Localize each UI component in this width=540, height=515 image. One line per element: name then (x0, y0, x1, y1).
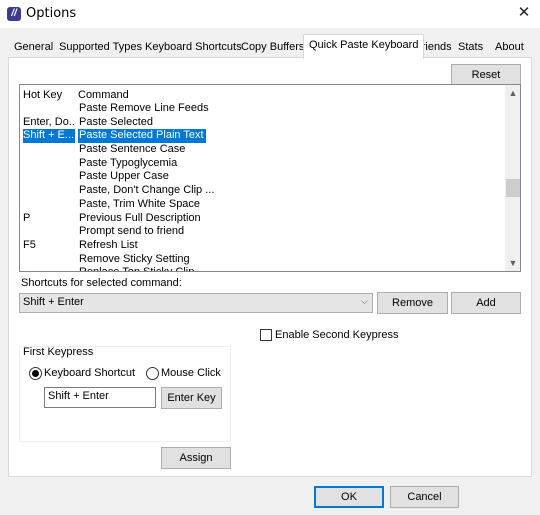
row-hotkey (23, 102, 75, 116)
row-hotkey (23, 225, 75, 239)
ok-button[interactable]: OK (314, 486, 384, 508)
first-keypress-title: First Keypress (23, 346, 94, 358)
scroll-down-icon[interactable]: ▼ (505, 255, 520, 271)
scroll-up-icon[interactable]: ▲ (505, 85, 520, 101)
row-command: Paste Selected (79, 115, 153, 128)
list-row[interactable]: Paste Remove Line Feeds (20, 102, 505, 116)
add-button[interactable]: Add (451, 292, 521, 314)
row-command: Paste Typoglycemia (79, 156, 178, 169)
mouse-click-label: Mouse Click (161, 367, 221, 379)
row-command: Paste, Don't Change Clip ... (79, 184, 215, 197)
row-command: Paste Selected Plain Text (78, 129, 206, 144)
app-icon: // (7, 7, 21, 21)
row-hotkey: F5 (23, 238, 36, 251)
chevron-down-icon: ⌵ (361, 296, 368, 306)
list-row[interactable]: Paste Upper Case (20, 170, 505, 184)
tab-strip: General Supported Types Keyboard Shortcu… (0, 34, 540, 59)
title-bar: // Options ✕ (0, 0, 540, 28)
remove-button[interactable]: Remove (377, 292, 448, 314)
tab-stats[interactable]: Stats (452, 36, 489, 58)
tab-supported-types[interactable]: Supported Types (53, 36, 148, 58)
keyboard-shortcut-label: Keyboard Shortcut (44, 367, 136, 379)
enable-second-keypress-checkbox[interactable] (260, 329, 272, 341)
row-hotkey: P (23, 211, 31, 224)
keyboard-shortcut-radio[interactable] (29, 367, 42, 380)
cancel-button[interactable]: Cancel (390, 486, 459, 508)
row-hotkey (23, 198, 75, 212)
tab-about[interactable]: About (489, 36, 530, 58)
row-command: Replace Top Sticky Clip (78, 266, 195, 271)
command-list[interactable]: Hot Key Command Paste Remove Line Feeds E… (19, 84, 521, 272)
row-hotkey (23, 170, 75, 184)
row-hotkey: Enter, Do... (23, 115, 75, 128)
list-row[interactable]: F5 Refresh List (20, 239, 505, 253)
tab-keyboard-shortcuts[interactable]: Keyboard Shortcuts (139, 36, 248, 58)
column-header-hotkey[interactable]: Hot Key (23, 89, 62, 101)
enter-key-button[interactable]: Enter Key (161, 387, 222, 409)
row-command: Previous Full Description (79, 211, 201, 224)
row-command: Prompt send to friend (79, 225, 185, 238)
row-command: Remove Sticky Setting (79, 252, 190, 265)
column-header-command[interactable]: Command (78, 89, 129, 101)
row-hotkey (23, 253, 75, 267)
key-input[interactable]: Shift + Enter (44, 387, 156, 408)
list-row[interactable]: Shift + E... Paste Selected Plain Text (20, 129, 505, 144)
vertical-scrollbar[interactable]: ▲ ▼ (505, 85, 520, 271)
row-command: Refresh List (79, 238, 138, 251)
shortcuts-label: Shortcuts for selected command: (21, 277, 182, 289)
list-row[interactable]: Prompt send to friend (20, 225, 505, 239)
list-row[interactable]: Paste, Don't Change Clip ... (20, 184, 505, 198)
list-row[interactable]: Remove Sticky Setting (20, 253, 505, 267)
row-hotkey (23, 143, 75, 157)
list-rows: Paste Remove Line Feeds Enter, Do... Paste… (20, 102, 505, 271)
row-command: Paste Sentence Case (79, 143, 186, 156)
row-command: Paste, Trim White Space (79, 197, 201, 210)
assign-button[interactable]: Assign (161, 447, 231, 469)
row-command: Paste Upper Case (79, 170, 169, 183)
row-hotkey (23, 266, 75, 271)
key-input-value: Shift + Enter (48, 390, 109, 402)
window-title: Options (26, 6, 77, 21)
enable-second-keypress-label: Enable Second Keypress (275, 329, 399, 341)
tab-general[interactable]: General (8, 36, 59, 58)
row-hotkey (23, 184, 75, 198)
list-row[interactable]: Replace Top Sticky Clip (20, 266, 505, 271)
row-hotkey: Shift + E... (23, 129, 75, 144)
shortcut-dropdown[interactable]: Shift + Enter ⌵ (19, 293, 373, 313)
row-hotkey (23, 157, 75, 171)
reset-button[interactable]: Reset (451, 64, 521, 86)
row-command: Paste Remove Line Feeds (79, 102, 209, 114)
list-row[interactable]: Enter, Do... Paste Selected (20, 116, 505, 130)
list-row[interactable]: Paste Sentence Case (20, 143, 505, 157)
scroll-thumb[interactable] (506, 179, 520, 197)
list-row[interactable]: Paste, Trim White Space (20, 198, 505, 212)
shortcut-dropdown-value: Shift + Enter (23, 296, 84, 308)
mouse-click-radio[interactable] (146, 367, 159, 380)
tab-quick-paste-keyboard[interactable]: Quick Paste Keyboard (303, 34, 425, 59)
tab-copy-buffers[interactable]: Copy Buffers (235, 36, 310, 58)
close-icon[interactable]: ✕ (516, 4, 532, 22)
list-row[interactable]: P Previous Full Description (20, 212, 505, 226)
list-row[interactable]: Paste Typoglycemia (20, 157, 505, 171)
